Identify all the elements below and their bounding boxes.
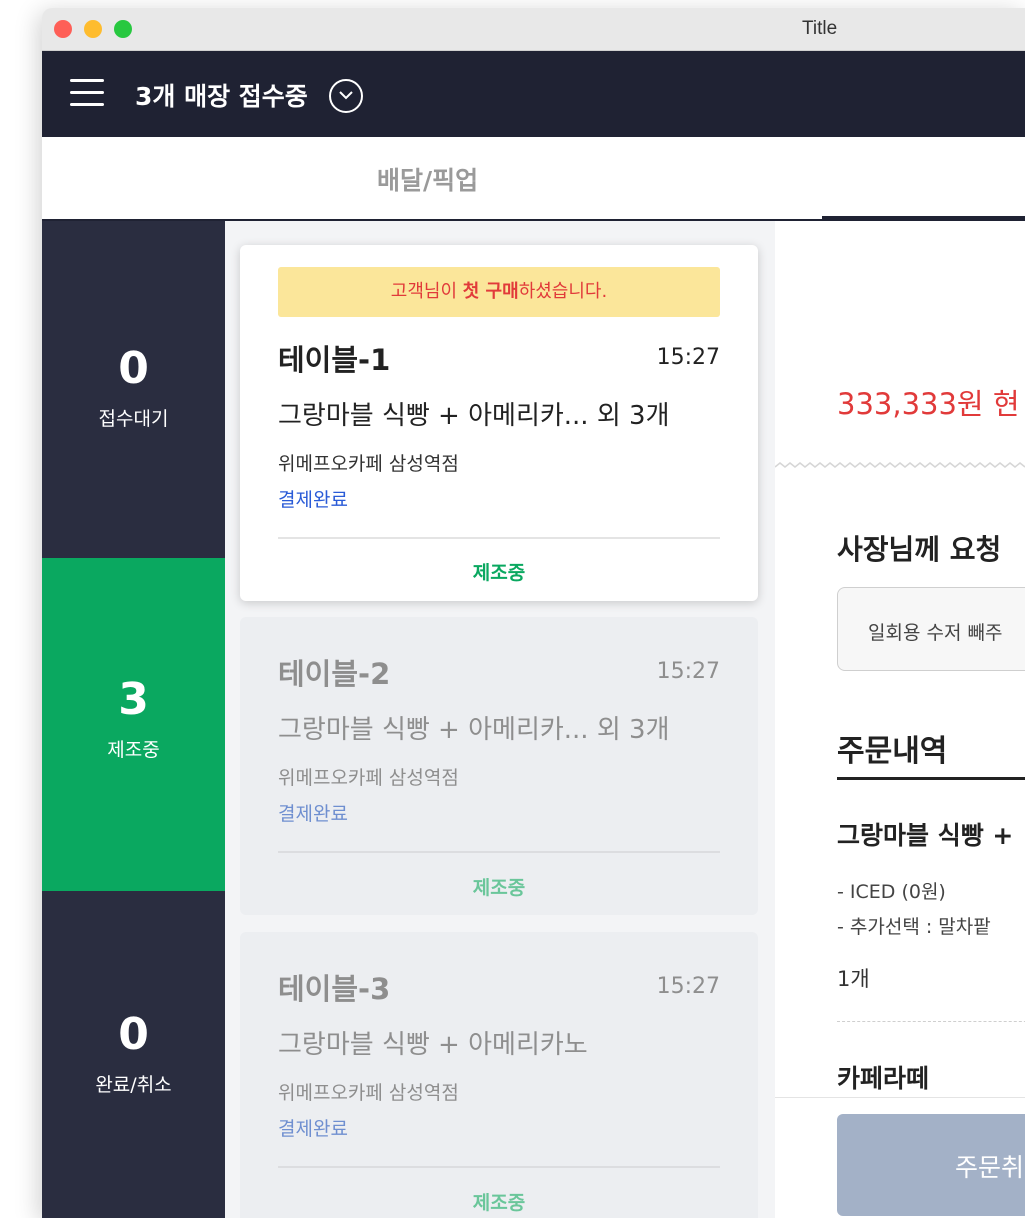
chevron-down-icon[interactable] [329,79,363,113]
notice-text: 고객님이 [390,281,463,302]
tab-bar: 배달/픽업 [42,137,1025,221]
action-bar: 주문취 [775,1097,1025,1218]
order-table: 테이블-1 [278,343,391,377]
minimize-window-button[interactable] [84,20,102,38]
sidebar-item-waiting[interactable]: 0 접수대기 [42,221,225,558]
order-time: 15:27 [656,659,720,684]
order-amount: 333,333원 현 [837,387,1020,421]
title-bar: Title [42,8,1025,51]
order-items: 그랑마블 식빵 + 아메리카... 외 3개 [278,401,670,431]
order-card[interactable]: 테이블-3 15:27 그랑마블 식빵 + 아메리카노 위메프오카페 삼성역점 … [240,932,758,1218]
order-list: 고객님이 첫 구매하셨습니다. 테이블-1 15:27 그랑마블 식빵 + 아메… [225,221,775,1218]
card-divider [278,1166,720,1168]
order-store: 위메프오카페 삼성역점 [278,767,459,789]
order-store: 위메프오카페 삼성역점 [278,1082,459,1104]
notice-text-suffix: 하셨습니다. [518,281,608,302]
request-text: 일회용 수저 빼주 [868,622,1003,644]
window-title: Title [802,18,838,39]
done-label: 완료/취소 [95,1074,172,1096]
order-list-title: 주문내역 [837,734,948,769]
order-table: 테이블-2 [278,657,391,691]
card-divider [278,537,720,539]
order-status: 제조중 [472,877,526,899]
order-time: 15:27 [656,345,720,370]
order-status: 제조중 [472,1192,526,1214]
item-divider [837,1021,1025,1022]
waiting-count: 0 [118,343,149,394]
payment-status: 결제완료 [278,1118,348,1140]
making-label: 제조중 [107,739,160,761]
top-bar: 3개 매장 접수중 [42,51,1025,137]
order-item-name: 카페라떼 [837,1064,930,1093]
order-items: 그랑마블 식빵 + 아메리카... 외 3개 [278,715,670,745]
sidebar-item-making[interactable]: 3 제조중 [42,558,225,891]
order-item-option: - 추가선택 : 말차팥 [837,916,991,938]
order-item-qty: 1개 [837,967,870,991]
first-purchase-notice: 고객님이 첫 구매하셨습니다. [278,267,720,317]
done-count: 0 [118,1009,149,1060]
request-title: 사장님께 요청 [837,533,1002,566]
order-card-selected[interactable]: 고객님이 첫 구매하셨습니다. 테이블-1 15:27 그랑마블 식빵 + 아메… [240,245,758,601]
maximize-window-button[interactable] [114,20,132,38]
order-card[interactable]: 테이블-2 15:27 그랑마블 식빵 + 아메리카... 외 3개 위메프오카… [240,617,758,915]
order-item-option: - ICED (0원) [837,881,946,903]
order-detail-panel: 333,333원 현 사장님께 요청 일회용 수저 빼주 주문내역 그랑마블 식… [775,221,1025,1218]
card-divider [278,851,720,853]
order-item-name: 그랑마블 식빵 + [837,821,1014,850]
app-window: Title 3개 매장 접수중 배달/픽업 0 접수대기 3 제조중 0 완료/… [42,8,1025,1218]
status-sidebar: 0 접수대기 3 제조중 0 완료/취소 [42,221,225,1218]
order-store: 위메프오카페 삼성역점 [278,453,459,475]
making-count: 3 [118,674,149,725]
notice-emphasis: 첫 구매 [462,281,519,302]
menu-icon[interactable] [70,79,104,109]
order-items: 그랑마블 식빵 + 아메리카노 [278,1030,588,1060]
request-box: 일회용 수저 빼주 [837,587,1025,671]
order-table: 테이블-3 [278,972,391,1006]
payment-status: 결제완료 [278,489,348,511]
order-time: 15:27 [656,974,720,999]
payment-status: 결제완료 [278,803,348,825]
section-underline [837,777,1025,780]
sidebar-item-done[interactable]: 0 완료/취소 [42,891,225,1218]
tab-delivery-pickup[interactable]: 배달/픽업 [377,161,478,197]
zigzag-divider [775,462,1025,468]
cancel-order-button[interactable]: 주문취 [837,1114,1025,1216]
close-window-button[interactable] [54,20,72,38]
order-status: 제조중 [472,562,526,584]
waiting-label: 접수대기 [98,408,169,430]
store-status-title[interactable]: 3개 매장 접수중 [135,77,308,113]
